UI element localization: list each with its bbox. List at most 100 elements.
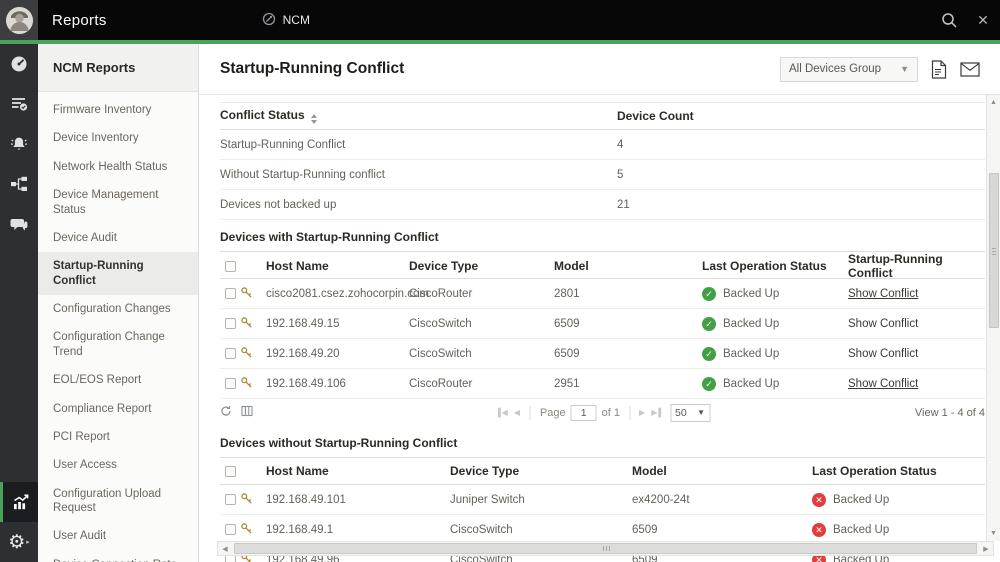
- select-all-checkbox[interactable]: [225, 466, 236, 477]
- sidebar-item-user-audit[interactable]: User Audit: [38, 522, 198, 550]
- next-page-icon[interactable]: ▶: [639, 408, 646, 417]
- app-title: Reports: [52, 12, 107, 29]
- select-all-checkbox[interactable]: [225, 261, 236, 272]
- sidebar-item-firmware-inventory[interactable]: Firmware Inventory: [38, 96, 198, 124]
- cell-host: 192.168.49.101: [266, 494, 450, 506]
- sidebar-item-pci-report[interactable]: PCI Report: [38, 423, 198, 451]
- cell-type: CiscoSwitch: [450, 524, 632, 536]
- inventory-list-icon[interactable]: [0, 84, 38, 124]
- close-icon[interactable]: ✕: [966, 0, 1000, 40]
- credential-key-icon: [240, 376, 266, 392]
- credential-key-icon: [240, 522, 266, 538]
- sidebar-item-compliance-report[interactable]: Compliance Report: [38, 395, 198, 423]
- sidebar-item-device-inventory[interactable]: Device Inventory: [38, 124, 198, 152]
- cell-model: 6509: [554, 348, 702, 360]
- sidebar-item-user-access[interactable]: User Access: [38, 451, 198, 479]
- cell-model: 2951: [554, 378, 702, 390]
- email-icon[interactable]: [960, 62, 980, 77]
- sort-icon[interactable]: [311, 114, 317, 124]
- avatar[interactable]: [0, 0, 38, 40]
- summary-row-label: Startup-Running Conflict: [220, 139, 617, 151]
- col-model: Model: [632, 464, 812, 478]
- pagination-bar: ▐◀ ◀ Page 1 of 1 ▶ ▶▌ 50▼ View 1 - 4 of …: [220, 399, 985, 426]
- sidebar-item-network-health-status[interactable]: Network Health Status: [38, 153, 198, 181]
- row-checkbox[interactable]: [225, 378, 236, 389]
- row-checkbox[interactable]: [225, 348, 236, 359]
- avatar-image: [6, 7, 33, 34]
- sidebar-item-device-audit[interactable]: Device Audit: [38, 224, 198, 252]
- col-last-operation-status: Last Operation Status: [702, 259, 848, 273]
- row-checkbox[interactable]: [225, 288, 236, 299]
- cell-model: 2801: [554, 288, 702, 300]
- summary-row: Startup-Running Conflict 4: [220, 130, 985, 160]
- report-content: Conflict Status Device Count Startup-Run…: [220, 95, 985, 562]
- tab-ncm[interactable]: NCM: [262, 12, 310, 29]
- search-icon[interactable]: [932, 0, 966, 40]
- sidebar-menu: Firmware Inventory Device Inventory Netw…: [38, 92, 198, 562]
- col-startup-running-conflict: Startup-Running Conflict: [848, 252, 985, 280]
- cell-host: cisco2081.csez.zohocorpin.com: [266, 288, 409, 300]
- last-page-icon[interactable]: ▶▌: [651, 408, 665, 417]
- with-conflict-table: Host Name Device Type Model Last Operati…: [220, 252, 985, 399]
- sidebar-item-configuration-changes[interactable]: Configuration Changes: [38, 295, 198, 323]
- cell-status: ✕Backed Up: [812, 493, 985, 507]
- device-group-dropdown[interactable]: All Devices Group ▼: [780, 57, 918, 82]
- column-chooser-icon[interactable]: [241, 405, 253, 420]
- scroll-left-icon[interactable]: ◀: [218, 545, 232, 553]
- credential-key-icon: [240, 286, 266, 302]
- vertical-scrollbar-thumb[interactable]: [989, 173, 999, 328]
- vertical-scrollbar[interactable]: ▲ ▼: [986, 95, 1000, 541]
- topology-icon[interactable]: [0, 164, 38, 204]
- table-row: 192.168.49.101 Juniper Switch ex4200-24t…: [220, 485, 985, 515]
- gear-caret-icon: ▸: [26, 538, 30, 546]
- page-number-input[interactable]: 1: [571, 405, 597, 421]
- page-size-select[interactable]: 50▼: [670, 404, 710, 422]
- scroll-right-icon[interactable]: ▶: [979, 545, 993, 553]
- show-conflict-link[interactable]: Show Conflict: [848, 288, 918, 300]
- alarm-bell-icon[interactable]: [0, 124, 38, 164]
- cell-type: Juniper Switch: [450, 494, 632, 506]
- app-window: Reports NCM ✕: [0, 0, 1000, 562]
- show-conflict-link[interactable]: Show Conflict: [848, 378, 918, 390]
- chat-icon[interactable]: [0, 204, 38, 244]
- sidebar-item-startup-running-conflict[interactable]: Startup-Running Conflict: [38, 252, 198, 295]
- cell-model: 6509: [632, 524, 812, 536]
- horizontal-scrollbar-thumb[interactable]: [234, 543, 977, 554]
- col-last-operation-status: Last Operation Status: [812, 464, 985, 478]
- table-row: 192.168.49.106 CiscoRouter 2951 ✓Backed …: [220, 369, 985, 399]
- refresh-icon[interactable]: [220, 405, 232, 420]
- page-label: Page: [540, 407, 566, 419]
- summary-row: Without Startup-Running conflict 5: [220, 160, 985, 190]
- summary-row-count: 5: [617, 169, 985, 181]
- sidebar-item-configuration-change-trend[interactable]: Configuration Change Trend: [38, 323, 198, 366]
- scroll-down-icon[interactable]: ▼: [987, 527, 1000, 540]
- sidebar-item-device-management-status[interactable]: Device Management Status: [38, 181, 198, 224]
- cell-status: ✓Backed Up: [702, 317, 848, 331]
- sidebar-item-device-connection-rate[interactable]: Device Connection Rate: [38, 551, 198, 562]
- summary-col-device-count: Device Count: [617, 109, 985, 123]
- tab-ncm-label: NCM: [283, 13, 310, 27]
- row-checkbox[interactable]: [225, 494, 236, 505]
- horizontal-scrollbar[interactable]: ◀ ▶: [217, 541, 994, 556]
- col-model: Model: [554, 259, 702, 273]
- row-checkbox[interactable]: [225, 318, 236, 329]
- status-ok-icon: ✓: [702, 287, 716, 301]
- settings-gear-icon[interactable]: ⚙▸: [0, 522, 38, 562]
- prev-page-icon[interactable]: ◀: [514, 408, 521, 417]
- pdf-export-icon[interactable]: [931, 60, 947, 79]
- with-conflict-table-header: Host Name Device Type Model Last Operati…: [220, 252, 985, 279]
- status-fail-icon: ✕: [812, 493, 826, 507]
- summary-col-conflict-status[interactable]: Conflict Status: [220, 108, 617, 124]
- reports-chart-icon[interactable]: [0, 482, 38, 522]
- show-conflict-link[interactable]: Show Conflict: [848, 318, 918, 330]
- row-checkbox[interactable]: [225, 524, 236, 535]
- dashboard-gauge-icon[interactable]: [0, 44, 38, 84]
- summary-row-count: 4: [617, 139, 985, 151]
- sidebar-item-configuration-upload-request[interactable]: Configuration Upload Request: [38, 480, 198, 523]
- first-page-icon[interactable]: ▐◀: [495, 408, 509, 417]
- chevron-down-icon: ▼: [900, 64, 909, 74]
- sidebar-item-eol-eos-report[interactable]: EOL/EOS Report: [38, 366, 198, 394]
- scroll-up-icon[interactable]: ▲: [987, 96, 1000, 109]
- chevron-down-icon: ▼: [697, 408, 705, 417]
- show-conflict-link[interactable]: Show Conflict: [848, 348, 918, 360]
